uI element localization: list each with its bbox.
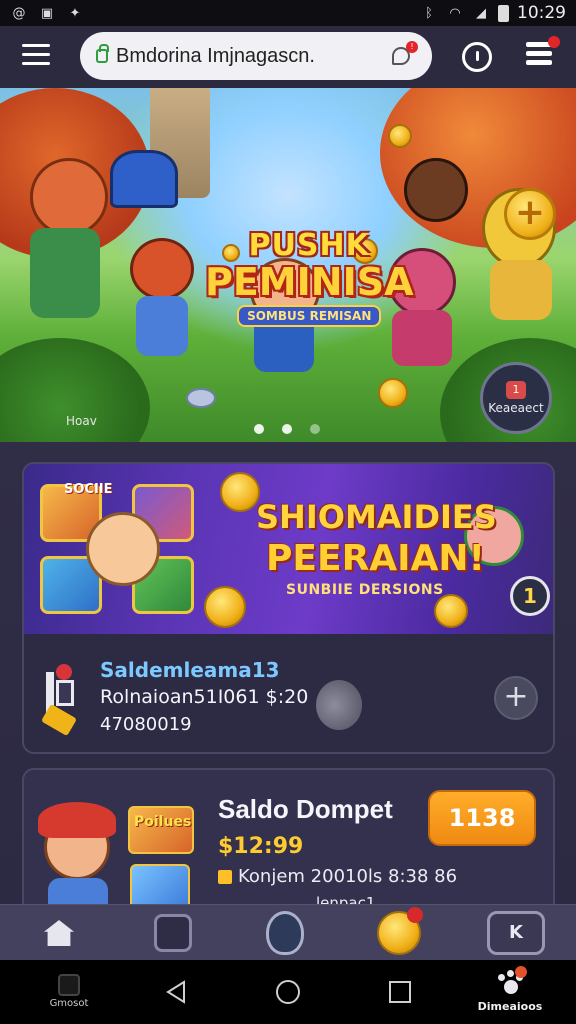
coin-icon [204, 586, 246, 628]
back-icon[interactable] [164, 980, 188, 1004]
promo-badge[interactable]: 1 [510, 576, 550, 616]
tab-bag[interactable] [148, 909, 198, 957]
wallet-art: Poilues [38, 784, 214, 916]
signal-icon: ◢ [476, 5, 486, 21]
character-fox [30, 158, 108, 236]
balance-id: 47080019 [100, 714, 192, 735]
bottom-tab-bar: K [0, 904, 576, 960]
balance-row[interactable]: Saldemleama13 Rolnaioan51I061 $:20 47080… [24, 634, 553, 752]
hamburger-icon[interactable] [22, 44, 50, 68]
character-kid [404, 158, 468, 222]
character-hat [110, 150, 178, 208]
gem-icon [186, 388, 216, 408]
coin-icon [434, 594, 468, 628]
image-icon: ▣ [40, 5, 54, 21]
add-button[interactable]: + [494, 676, 538, 720]
nav-left-label: Gmosot [49, 998, 89, 1009]
hero-title-line1: PUSHK [248, 228, 370, 263]
nav-right-label: Dimeaioos [477, 1000, 543, 1013]
home-icon [44, 920, 74, 946]
hero-title-line2: PEMINISA [205, 260, 414, 304]
recent-apps-icon[interactable] [388, 980, 412, 1004]
promo-banner[interactable]: SOCIIE SHIOMAIDIES PEERAIAN! SUNBIIE DER… [24, 464, 553, 634]
app-bar: Bmdorina Imjnagascn. ! [0, 26, 576, 88]
battery-icon [498, 4, 509, 22]
wallet-detail-text: Konjem 20010ls 8:38 86 [238, 866, 458, 887]
status-bar: @ ▣ ✦ ᛒ ◠ ◢ 10:29 [0, 0, 576, 26]
coin-icon [220, 472, 260, 512]
wallet-detail: Konjem 20010ls 8:38 86 [218, 866, 457, 887]
system-nav-bar: Gmosot Dimeaioos [0, 960, 576, 1024]
hero-banner[interactable]: PUSHK PEMINISA SOMBUS REMISAN + 1 Keaeae… [0, 88, 576, 442]
address-bar[interactable]: Bmdorina Imjnagascn. ! [80, 32, 432, 80]
hero-reward-badge[interactable]: 1 Keaeaect [480, 362, 552, 434]
wallet-coin-icon [218, 869, 232, 884]
lock-icon [96, 44, 109, 63]
profile-icon[interactable] [526, 36, 560, 72]
nav-shortcut-right[interactable]: Dimeaioos [470, 966, 550, 1018]
home-circle-icon[interactable] [274, 978, 302, 1006]
balance-detail: Rolnaioan51I061 $:20 [100, 686, 309, 708]
carousel-dots[interactable] [254, 424, 320, 434]
app-shortcut-icon [58, 974, 80, 996]
tab-rewards[interactable] [260, 909, 310, 957]
character-fox-red [130, 238, 194, 300]
wallet-title: Saldo Dompet [218, 794, 393, 824]
ticket-icon [41, 664, 80, 737]
paw-icon [495, 966, 527, 996]
hero-badge-label: Keaeaect [488, 401, 544, 415]
carousel-dot[interactable] [310, 424, 320, 434]
tab-coins[interactable] [374, 907, 424, 957]
tab-profile-label: K [487, 911, 545, 955]
tab-profile[interactable]: K [484, 909, 548, 957]
reward-icon: 1 [506, 381, 526, 399]
character-cap [38, 802, 116, 838]
promo-title-line2: PEERAIAN! [266, 538, 485, 579]
carousel-dot-active[interactable] [282, 424, 292, 434]
wallet-card: Poilues Saldo Dompet $12:99 Konjem 20010… [22, 768, 555, 918]
status-time: 10:29 [517, 3, 566, 23]
promo-card: SOCIIE SHIOMAIDIES PEERAIAN! SUNBIIE DER… [22, 462, 555, 754]
url-text: Bmdorina Imjnagascn. [116, 44, 315, 67]
bluetooth-icon: ᛒ [425, 5, 433, 21]
game-tile-label: SOCIIE [64, 482, 113, 497]
character-kid [86, 512, 160, 586]
at-sign-icon: @ [12, 5, 26, 21]
coin-icon [378, 378, 408, 408]
twitter-icon: ✦ [69, 5, 81, 21]
nav-shortcut-left[interactable]: Gmosot [44, 974, 94, 1018]
bag-icon [154, 914, 192, 952]
promo-title-line1: SHIOMAIDIES [256, 498, 497, 536]
hero-subtitle: SOMBUS REMISAN [237, 305, 382, 327]
game-logo-label: Poilues [134, 814, 192, 830]
app-screen: @ ▣ ✦ ᛒ ◠ ◢ 10:29 Bmdorina Imjnagascn. ! [0, 0, 576, 1024]
add-coins-button[interactable]: + [504, 188, 556, 240]
loading-spinner-icon [316, 680, 362, 730]
notification-icon[interactable]: ! [390, 41, 418, 67]
hero-title: PUSHK PEMINISA SOMBUS REMISAN [205, 228, 413, 327]
coin-icon [377, 907, 423, 955]
character-body [30, 228, 100, 318]
chat-icon[interactable] [462, 42, 492, 72]
character-body [136, 296, 188, 356]
tab-home[interactable] [34, 909, 84, 957]
carousel-dot[interactable] [254, 424, 264, 434]
wifi-icon: ◠ [449, 5, 461, 21]
wallet-amount: $12:99 [218, 834, 304, 859]
wallet-topup-button[interactable]: 1138 [428, 790, 536, 846]
promo-subtitle: SUNBIIE DERSIONS [286, 582, 444, 598]
coin-icon [388, 124, 412, 148]
shield-icon [266, 911, 304, 955]
balance-name[interactable]: Saldemleama13 [100, 658, 280, 682]
hero-caption: Hoav [66, 414, 97, 428]
character-body [490, 260, 552, 320]
